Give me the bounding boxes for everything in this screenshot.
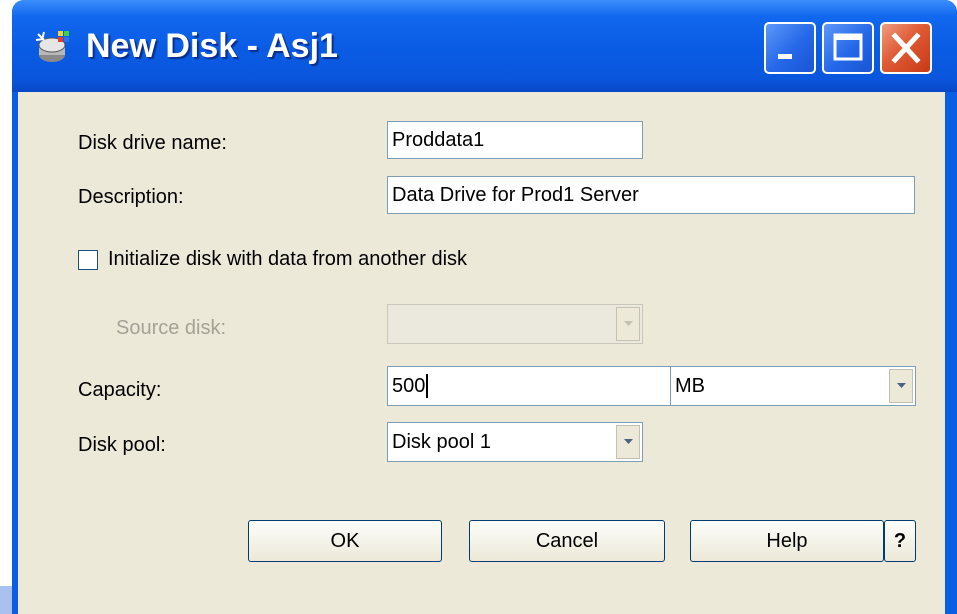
source-disk-select <box>387 304 643 344</box>
capacity-unit-value: MB <box>675 374 705 397</box>
chevron-down-icon[interactable] <box>889 369 913 403</box>
maximize-icon <box>833 33 863 61</box>
window-title: New Disk - Asj1 <box>86 27 338 65</box>
disk-pool-label: Disk pool: <box>78 434 166 456</box>
capacity-input[interactable]: 500 <box>387 366 671 406</box>
initialize-label[interactable]: Initialize disk with data from another d… <box>108 248 467 271</box>
capacity-unit-select[interactable]: MB <box>670 366 916 406</box>
disk-pool-select[interactable]: Disk pool 1 <box>387 422 643 462</box>
title-bar[interactable]: New Disk - Asj1 <box>12 0 957 92</box>
chevron-down-icon[interactable] <box>616 425 640 459</box>
close-button[interactable] <box>880 22 932 74</box>
new-disk-dialog: New Disk - Asj1 Disk drive name: Proddat… <box>12 0 957 614</box>
help-button[interactable]: Help <box>690 520 884 562</box>
maximize-button[interactable] <box>822 22 874 74</box>
minimize-button[interactable] <box>764 22 816 74</box>
disk-pool-value: Disk pool 1 <box>392 430 491 453</box>
initialize-checkbox[interactable] <box>78 250 98 270</box>
disk-name-label: Disk drive name: <box>78 132 227 154</box>
description-input[interactable]: Data Drive for Prod1 Server <box>387 176 915 214</box>
capacity-value: 500 <box>392 374 426 397</box>
whats-this-button[interactable]: ? <box>884 520 916 562</box>
source-disk-label: Source disk: <box>116 317 227 339</box>
background-window-edge <box>0 586 12 614</box>
dialog-body: Disk drive name: Proddata1 Description: … <box>18 92 945 614</box>
chevron-down-icon <box>616 307 640 341</box>
minimize-icon <box>778 54 792 59</box>
capacity-label: Capacity: <box>78 379 162 401</box>
cancel-button[interactable]: Cancel <box>469 520 665 562</box>
disk-wizard-icon <box>32 28 72 68</box>
close-icon <box>891 32 921 64</box>
ok-button[interactable]: OK <box>248 520 442 562</box>
disk-name-input[interactable]: Proddata1 <box>387 121 643 159</box>
text-caret <box>426 374 429 398</box>
description-label: Description: <box>78 186 184 208</box>
